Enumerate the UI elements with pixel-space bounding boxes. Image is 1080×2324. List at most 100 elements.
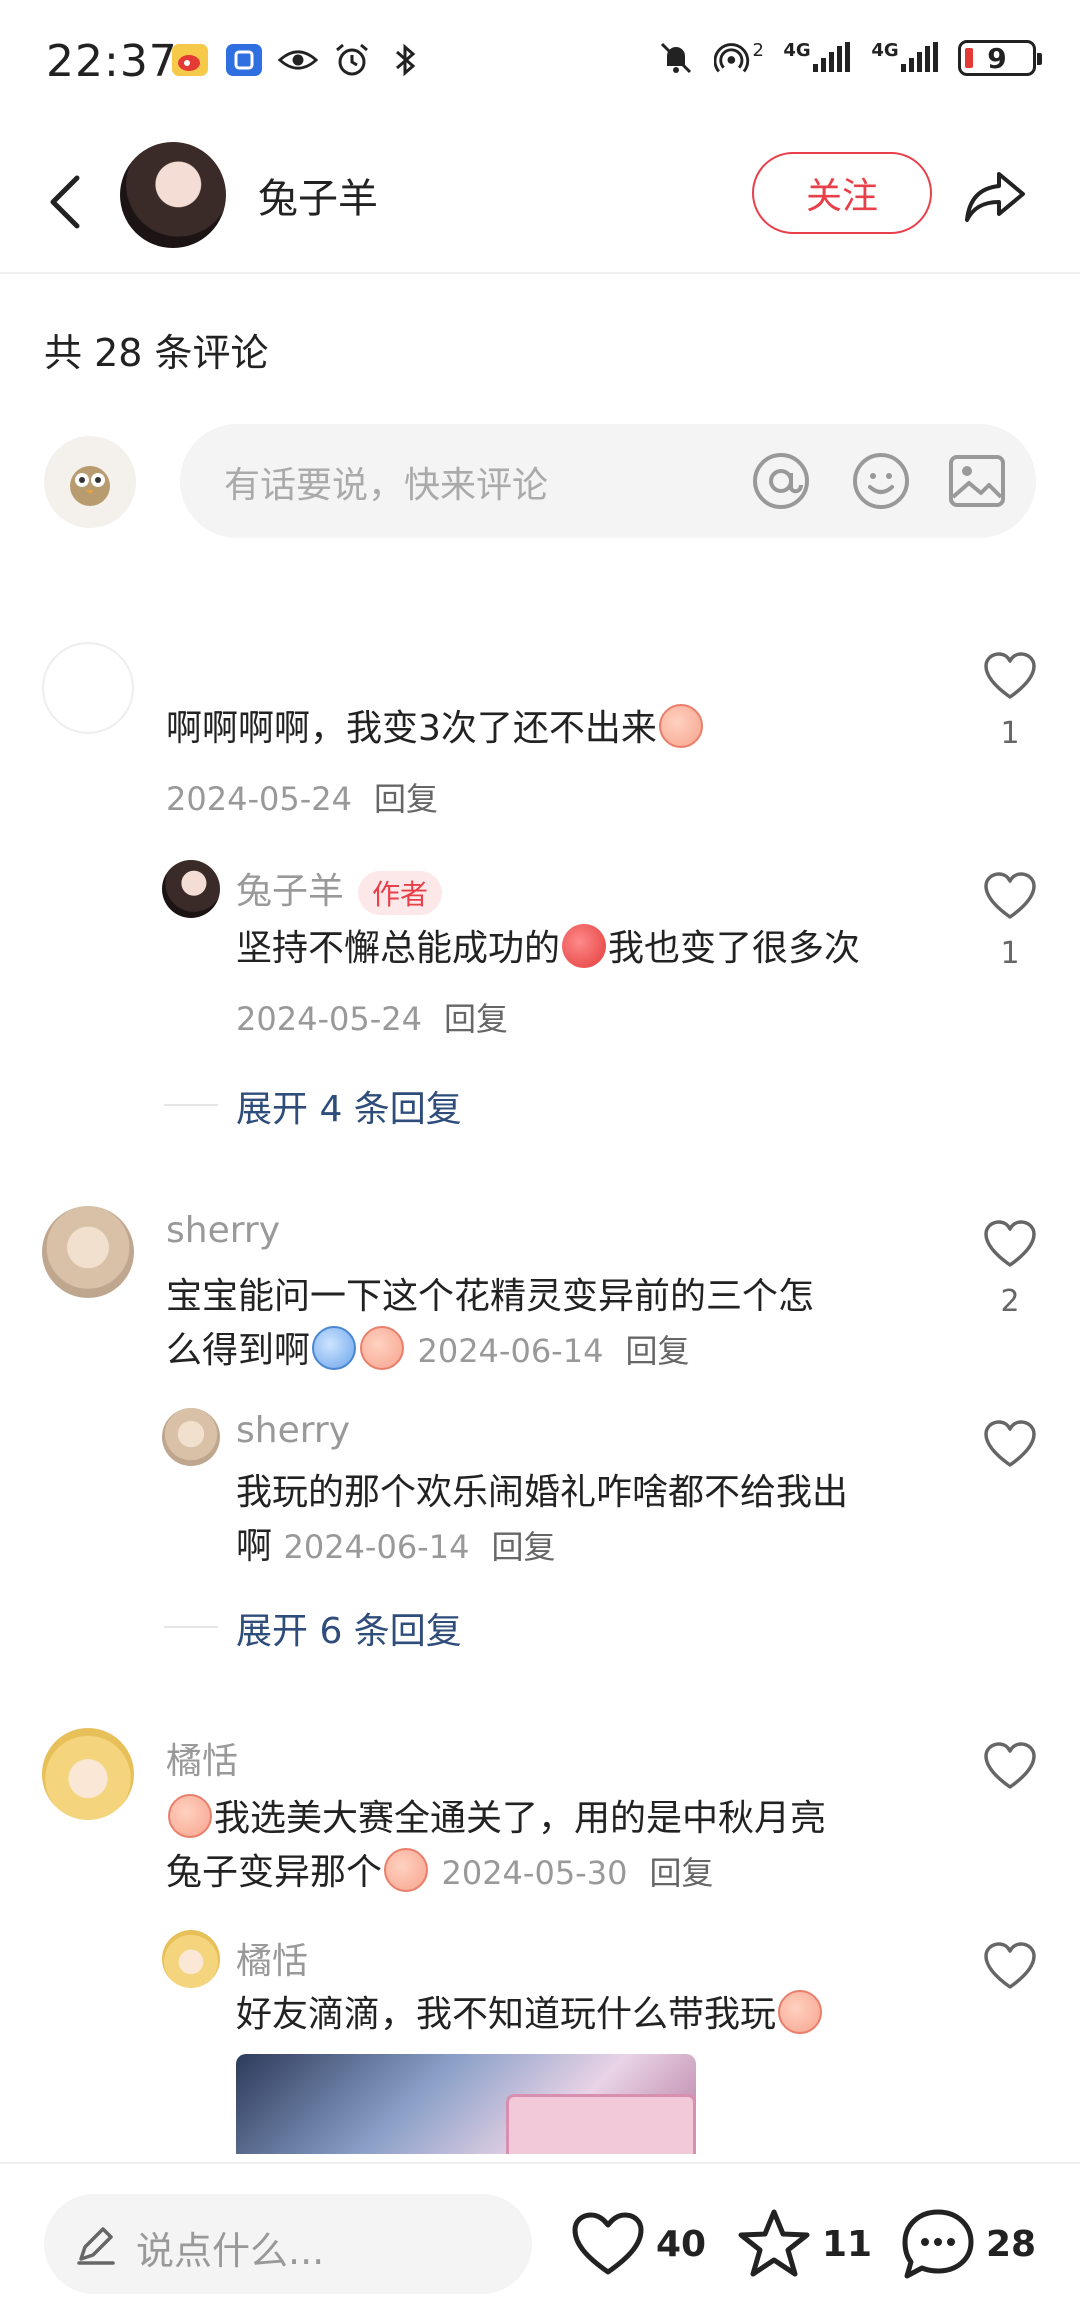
- share-icon: [965, 172, 1025, 222]
- comment-meta: 2024-05-24 回复: [166, 774, 438, 820]
- weibo-icon: [170, 42, 210, 78]
- like-button[interactable]: [980, 648, 1040, 704]
- expand-replies-link[interactable]: 展开 6 条回复: [236, 1602, 462, 1654]
- comment-text-content: 兔子变异那个: [166, 1852, 383, 1893]
- reply-button[interactable]: 回复: [491, 1528, 555, 1566]
- author-avatar[interactable]: [120, 142, 226, 248]
- heart-icon: [984, 1942, 1036, 1989]
- crying-emoji-icon: [312, 1326, 357, 1370]
- heart-icon: [984, 1220, 1036, 1267]
- comment-placeholder: 有话要说，快来评论: [224, 465, 549, 506]
- share-button[interactable]: [960, 164, 1030, 228]
- comment-bubble-icon: [900, 2206, 976, 2282]
- reply-text: 好友滴滴，我不知道玩什么带我玩: [236, 1988, 824, 2042]
- header: 兔子羊 关注: [0, 130, 1080, 274]
- bluetooth-icon: [386, 42, 426, 78]
- reply-author-name[interactable]: 橘恬: [236, 1932, 308, 1984]
- comment-total-count: 28: [986, 2223, 1037, 2265]
- signal-4g-icon: 4G: [870, 40, 940, 76]
- reply-date: 2024-06-14: [283, 1528, 470, 1566]
- heart-icon: [984, 652, 1036, 699]
- comment-meta: 2024-06-14 回复: [417, 1332, 689, 1370]
- like-button[interactable]: [980, 1738, 1040, 1794]
- crying-emoji-icon: [658, 704, 703, 748]
- comment-text: 啊啊啊啊，我变3次了还不出来: [166, 702, 705, 756]
- chevron-left-icon: [50, 175, 80, 229]
- emoji-icon[interactable]: [850, 450, 912, 512]
- comment-text-content: 我选美大赛全通关了，用的是中秋月亮: [214, 1798, 827, 1839]
- comment-author-name[interactable]: sherry: [166, 1210, 280, 1251]
- favorite-count: 11: [822, 2223, 873, 2265]
- author-badge: 作者: [358, 871, 443, 915]
- reply-button[interactable]: 回复: [649, 1854, 713, 1892]
- mute-bell-icon: [656, 40, 696, 76]
- reply-text-content: 好友滴滴，我不知道玩什么带我玩: [236, 1994, 777, 2035]
- status-bar: 22:37 2 4G 4G 9: [0, 0, 1080, 130]
- avatar[interactable]: [42, 1728, 134, 1820]
- comment-date: 2024-05-30: [441, 1854, 628, 1892]
- reply-text-line: 我玩的那个欢乐闹婚礼咋啥都不给我出: [236, 1472, 849, 1513]
- comment-text-content: 啊啊啊啊，我变3次了还不出来: [166, 708, 657, 749]
- comment-meta: 2024-05-30 回复: [441, 1854, 713, 1892]
- avatar[interactable]: [162, 860, 220, 918]
- expand-replies-link[interactable]: 展开 4 条回复: [236, 1080, 462, 1132]
- network-label: 4G: [871, 40, 899, 61]
- status-left-icons: [170, 42, 426, 78]
- avatar[interactable]: [42, 642, 134, 734]
- avatar[interactable]: [162, 1930, 220, 1988]
- reply-text-part-b: 我也变了很多次: [608, 928, 861, 969]
- say-something-placeholder: 说点什么...: [136, 2229, 325, 2273]
- heart-icon: [984, 872, 1036, 919]
- reply-meta: 2024-06-14 回复: [283, 1528, 555, 1566]
- bottom-bar: 说点什么... 40 11 28: [0, 2162, 1080, 2324]
- like-button[interactable]: [980, 868, 1040, 924]
- comment-text: 我选美大赛全通关了，用的是中秋月亮 兔子变异那个 2024-05-30 回复: [166, 1792, 826, 1900]
- alarm-icon: [332, 42, 372, 78]
- reply-button[interactable]: 回复: [374, 780, 438, 818]
- like-button[interactable]: [980, 1216, 1040, 1272]
- app-icon: [224, 42, 264, 78]
- comment-date: 2024-06-14: [417, 1332, 604, 1370]
- battery-indicator: 9: [958, 40, 1042, 76]
- like-action[interactable]: 40: [570, 2204, 706, 2284]
- comment-text: 宝宝能问一下这个花精灵变异前的三个怎 么得到啊 2024-06-14 回复: [166, 1270, 814, 1378]
- divider: [164, 1104, 218, 1106]
- avatar[interactable]: [162, 1408, 220, 1466]
- image-icon[interactable]: [946, 450, 1008, 512]
- signal-4g-icon: 4G: [782, 40, 852, 76]
- owl-avatar-icon: [70, 466, 110, 506]
- back-button[interactable]: [36, 166, 92, 238]
- avatar[interactable]: [42, 1206, 134, 1298]
- divider: [164, 1626, 218, 1628]
- peach-emoji-icon: [168, 1794, 212, 1838]
- like-button[interactable]: [980, 1938, 1040, 1994]
- like-count: 1: [1000, 936, 1020, 971]
- peach-emoji-icon: [562, 924, 607, 968]
- reply-button[interactable]: 回复: [625, 1332, 689, 1370]
- comment-input[interactable]: 有话要说，快来评论: [180, 424, 1036, 538]
- comment-author-name[interactable]: 橘恬: [166, 1732, 238, 1784]
- like-count: 1: [1000, 716, 1020, 751]
- reply-image[interactable]: [236, 2054, 696, 2154]
- comment-count: 共 28 条评论: [44, 331, 269, 375]
- like-count: 2: [1000, 1284, 1020, 1319]
- reply-author-name[interactable]: 兔子羊 作者: [236, 862, 443, 915]
- comment-text-line: 么得到啊 2024-06-14 回复: [166, 1324, 814, 1378]
- network-label: 4G: [783, 40, 811, 61]
- hotspot-label: 2: [752, 40, 764, 61]
- at-mention-icon[interactable]: [750, 450, 812, 512]
- like-button[interactable]: [980, 1416, 1040, 1472]
- avatar: [44, 436, 136, 528]
- say-something-input[interactable]: 说点什么...: [44, 2194, 532, 2294]
- battery-level: 9: [987, 41, 1007, 75]
- follow-button[interactable]: 关注: [752, 152, 932, 234]
- favorite-action[interactable]: 11: [736, 2204, 872, 2284]
- reply-author-name[interactable]: sherry: [236, 1410, 350, 1451]
- like-count: 40: [656, 2223, 707, 2265]
- reply-button[interactable]: 回复: [444, 1000, 508, 1038]
- author-name[interactable]: 兔子羊: [258, 166, 378, 224]
- reply-text: 坚持不懈总能成功的 我也变了很多次: [236, 922, 860, 976]
- status-right-icons: 2 4G 4G 9: [656, 40, 1042, 76]
- comment-action[interactable]: 28: [900, 2204, 1036, 2284]
- pencil-icon: [72, 2220, 120, 2268]
